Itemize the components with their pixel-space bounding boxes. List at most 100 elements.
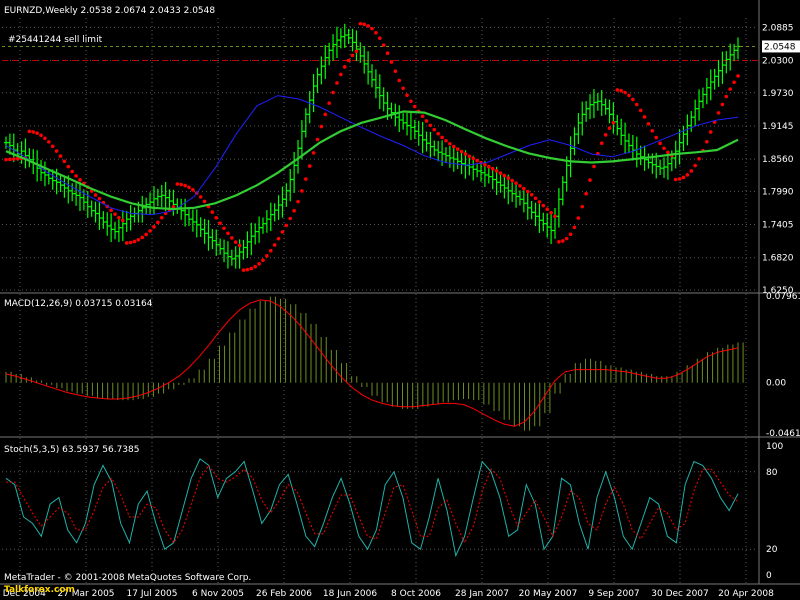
x-tick-label: 26 Feb 2006 xyxy=(256,589,312,599)
sar-dot xyxy=(47,140,51,144)
sar-dot xyxy=(588,178,592,182)
x-tick-label: 18 Jun 2006 xyxy=(323,589,377,599)
stochastic-pane xyxy=(2,458,758,558)
sar-dot xyxy=(8,157,12,162)
sar-dot xyxy=(576,216,581,220)
current-price-tag-text: 2.0548 xyxy=(764,42,796,52)
sar-dot xyxy=(432,127,437,132)
x-tick-label: 6 Nov 2005 xyxy=(192,589,244,599)
macd-tick-label: 0.00 xyxy=(766,379,786,389)
sar-dot xyxy=(537,200,542,204)
sar-dot xyxy=(335,81,339,85)
sar-dot xyxy=(191,188,195,192)
sar-dot xyxy=(494,169,499,173)
sar-dot xyxy=(31,130,36,134)
sar-dot xyxy=(93,193,98,197)
sar-dot xyxy=(611,120,616,125)
sar-dot xyxy=(654,135,659,140)
stoch-tick-label: 80 xyxy=(766,468,778,478)
sar-dot xyxy=(599,141,604,146)
sar-dot xyxy=(214,215,219,220)
sar-dot xyxy=(522,186,526,191)
stoch-signal-line xyxy=(6,464,739,544)
macd-tick-label: 0.07961 xyxy=(766,292,800,302)
y-tick-label: 2.0300 xyxy=(762,57,794,67)
order-label: #25441244 sell limit xyxy=(8,35,103,45)
sar-dot xyxy=(662,146,666,151)
sar-dot xyxy=(557,240,561,244)
chart-title: EURNZD,Weekly 2.0538 2.0674 2.0433 2.054… xyxy=(4,6,215,16)
sar-dot xyxy=(592,164,596,169)
sar-dot xyxy=(253,264,257,269)
sar-dot xyxy=(409,99,413,104)
sar-dot xyxy=(529,192,534,197)
x-tick-label: 28 Jan 2007 xyxy=(455,589,509,599)
stoch-tick-label: 20 xyxy=(766,545,778,555)
x-tick-label: 30 Dec 2007 xyxy=(651,589,709,599)
sar-dot xyxy=(444,138,448,143)
sar-dot xyxy=(420,114,425,119)
sar-dot xyxy=(113,212,117,216)
sar-dot xyxy=(490,166,495,171)
x-tick-label: 20 Apr 2008 xyxy=(718,589,774,599)
sar-dot xyxy=(518,184,522,188)
sar-dot xyxy=(506,176,511,180)
sar-dot xyxy=(97,196,102,201)
macd-title: MACD(12,26,9) 0.03715 0.03164 xyxy=(4,299,153,309)
sar-dot xyxy=(183,183,187,188)
sar-dot xyxy=(736,74,740,78)
sar-dot xyxy=(471,156,476,161)
sar-dot xyxy=(377,36,382,41)
sar-dot xyxy=(623,90,627,95)
sar-dot xyxy=(39,133,43,138)
sar-dot xyxy=(342,65,347,69)
sar-dot xyxy=(35,131,39,135)
sar-dot xyxy=(288,216,293,221)
sar-dot xyxy=(268,248,273,253)
sar-dot xyxy=(553,214,557,219)
sar-dot xyxy=(261,258,265,263)
y-tick-label: 1.7990 xyxy=(762,187,794,197)
sar-dot xyxy=(642,115,647,119)
axis-labels: 2.0885 2.0300 1.9730 1.9145 1.8560 1.7990 1.74… xyxy=(0,23,800,599)
sar-dot xyxy=(560,239,565,243)
sar-dot xyxy=(413,104,417,109)
stoch-tick-label: 100 xyxy=(766,442,783,452)
sar-dot xyxy=(634,102,639,107)
sar-dot xyxy=(455,147,460,151)
sar-dot xyxy=(159,215,164,220)
sar-dot xyxy=(280,230,285,234)
sar-dot xyxy=(405,93,409,98)
sar-dot xyxy=(467,154,472,159)
sar-dot xyxy=(631,97,635,102)
sar-dot xyxy=(381,43,386,47)
sar-dot xyxy=(525,189,530,194)
sar-dot xyxy=(136,237,141,242)
sar-dot xyxy=(397,78,402,83)
sar-dot xyxy=(607,126,612,130)
sar-dot xyxy=(350,53,355,58)
sar-dot xyxy=(144,232,148,237)
sar-dot xyxy=(54,149,59,153)
sar-dot xyxy=(650,128,655,133)
price-pane xyxy=(2,21,758,272)
sar-dot xyxy=(448,141,452,146)
sar-dot xyxy=(724,94,729,99)
sar-dot xyxy=(705,139,709,144)
sar-dot xyxy=(514,181,518,186)
sar-dot xyxy=(307,164,312,168)
sar-dot xyxy=(428,123,433,128)
sar-dot xyxy=(249,266,254,271)
sar-dot xyxy=(666,150,670,155)
sar-dot xyxy=(202,199,207,204)
chart-canvas: 2.0885 2.0300 1.9730 1.9145 1.8560 1.7990 1.74… xyxy=(0,0,800,599)
y-tick-label: 1.7405 xyxy=(762,221,794,231)
sar-dot xyxy=(128,240,133,245)
y-tick-label: 1.8560 xyxy=(762,155,794,165)
sar-dot xyxy=(292,208,296,213)
y-tick-label: 1.9145 xyxy=(762,122,794,132)
sar-dot xyxy=(121,218,125,223)
sar-dot xyxy=(393,69,398,73)
sar-dot xyxy=(4,157,8,162)
sar-dot xyxy=(619,88,623,93)
